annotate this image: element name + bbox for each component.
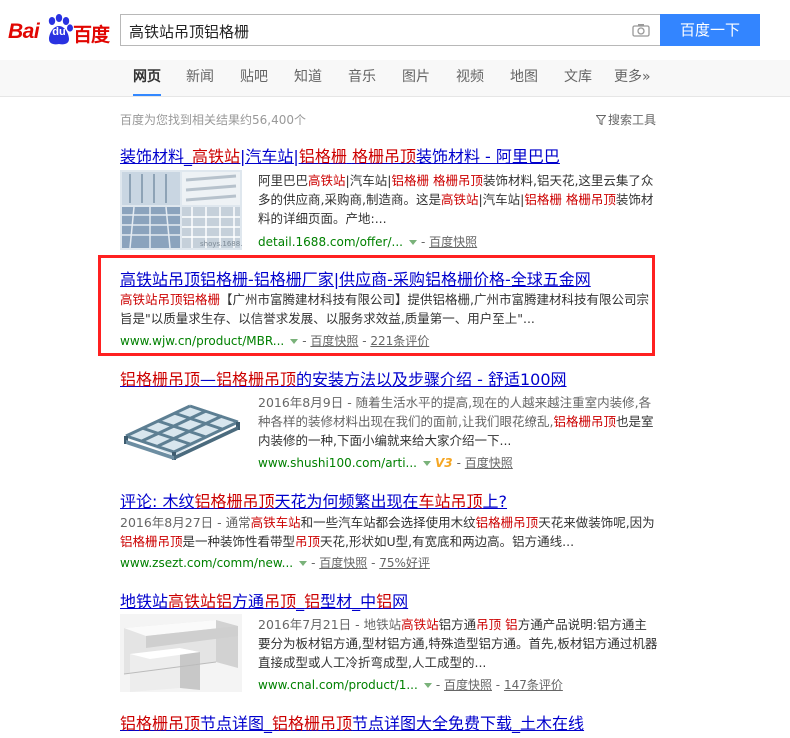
search-result: 评论: 木纹铝格栅吊顶天花为何频繁出现在车站吊顶上? 2016年8月27日 - … [120,488,660,572]
header: Bai du 百度 高铁站吊顶铝格栅 百度一下 [0,0,790,60]
result-title[interactable]: 评论: 木纹铝格栅吊顶天花为何频繁出现在车站吊顶上? [120,488,507,512]
snapshot-link[interactable]: 百度快照 [429,235,477,249]
snapshot-link[interactable]: 百度快照 [465,456,513,470]
result-thumbnail[interactable]: shoys.1688.com [120,170,242,250]
tab-tieba[interactable]: 贴吧 [240,60,268,96]
result-title[interactable]: 地铁站高铁站铝方通吊顶_铝型材_中铝网 [120,588,408,612]
dropdown-arrow-icon[interactable] [299,561,308,566]
search-input[interactable]: 高铁站吊顶铝格栅 [120,14,660,46]
tab-map[interactable]: 地图 [510,60,538,96]
aluminum-channel-image [120,614,242,692]
result-title[interactable]: 铝格栅吊顶节点详图_铝格栅吊顶节点详图大全免费下载_土木在线 [120,710,584,734]
result-url[interactable]: www.zsezt.com/comm/new... [120,556,293,570]
tab-news[interactable]: 新闻 [186,60,214,96]
dropdown-arrow-icon[interactable] [408,240,417,245]
result-url[interactable]: www.shushi100.com/arti... [258,456,417,470]
tab-images[interactable]: 图片 [402,60,430,96]
search-nav-tabs: 网页 新闻 贴吧 知道 音乐 图片 视频 地图 文库 更多» [0,60,790,97]
rating-link[interactable]: 75%好评 [379,556,430,570]
dropdown-arrow-icon[interactable] [422,461,431,466]
reviews-link[interactable]: 147条评价 [504,678,563,692]
result-url-line: www.shushi100.com/arti... V3- 百度快照 [258,456,513,470]
search-button[interactable]: 百度一下 [660,14,760,46]
tab-wenku[interactable]: 文库 [564,60,592,96]
result-abstract: 2016年8月27日 - 通常高铁车站和一些汽车站都会选择使用木纹铝格栅吊顶天花… [120,515,655,549]
snapshot-link[interactable]: 百度快照 [319,556,367,570]
result-abstract: 阿里巴巴高铁站|汽车站|铝格栅 格栅吊顶装饰材料,铝天花,这里云集了众多的供应商… [258,173,654,226]
logo-text-cn: 百度 [73,24,110,46]
grid-ceiling-image [120,392,242,470]
funnel-icon [596,115,606,125]
result-url[interactable]: www.cnal.com/product/1... [258,678,418,692]
result-url-line: www.cnal.com/product/1... - 百度快照 - 147条评价 [258,678,563,692]
ceiling-grid-image: shoys.1688.com [120,170,242,250]
result-title[interactable]: 铝格栅吊顶—铝格栅吊顶的安装方法以及步骤介绍 - 舒适100网 [120,366,567,390]
result-abstract: 2016年8月9日 - 随着生活水平的提高,现在的人越来越注重室内装修,各种各样… [258,395,654,448]
search-tools-label: 搜索工具 [608,113,657,127]
search-result: 铝格栅吊顶—铝格栅吊顶的安装方法以及步骤介绍 - 舒适100网 2016年8月9… [120,366,660,474]
result-thumbnail[interactable] [120,392,242,470]
tab-web[interactable]: 网页 [133,60,161,96]
v3-badge[interactable]: V3 [435,456,453,470]
result-url-line: detail.1688.com/offer/... - 百度快照 [258,235,478,249]
tab-zhidao[interactable]: 知道 [294,60,322,96]
logo-text-du: du [52,26,66,38]
search-result: 铝格栅吊顶节点详图_铝格栅吊顶节点详图大全免费下载_土木在线 [120,710,660,736]
result-title[interactable]: 装饰材料_高铁站|汽车站|铝格栅 格栅吊顶装饰材料 - 阿里巴巴 [120,143,560,167]
search-tools-button[interactable]: 搜索工具 [596,111,656,128]
tab-more[interactable]: 更多» [614,60,651,96]
result-url[interactable]: detail.1688.com/offer/... [258,235,403,249]
search-result: 装饰材料_高铁站|汽车站|铝格栅 格栅吊顶装饰材料 - 阿里巴巴 shoys.1… [120,143,660,253]
baidu-logo[interactable]: Bai du 百度 [8,14,112,48]
logo-text-bai: Bai [8,20,40,43]
search-result: 地铁站高铁站铝方通吊顶_铝型材_中铝网 2016年7月21日 - 地铁站高铁站铝… [120,588,660,696]
snapshot-link[interactable]: 百度快照 [444,678,492,692]
result-url-line: www.zsezt.com/comm/new... - 百度快照 - 75%好评 [120,556,430,570]
tab-video[interactable]: 视频 [456,60,484,96]
result-count: 百度为您找到相关结果约56,400个 [120,113,306,127]
camera-icon[interactable] [632,23,650,37]
result-thumbnail[interactable] [120,614,242,692]
result-abstract: 2016年7月21日 - 地铁站高铁站铝方通吊顶 铝方通产品说明:铝方通主要分为… [258,617,658,670]
thumbnail-watermark: shoys.1688.com [200,240,242,248]
search-query-text: 高铁站吊顶铝格栅 [129,23,250,41]
dropdown-arrow-icon[interactable] [423,683,432,688]
tab-music[interactable]: 音乐 [348,60,376,96]
highlight-box [98,255,655,356]
